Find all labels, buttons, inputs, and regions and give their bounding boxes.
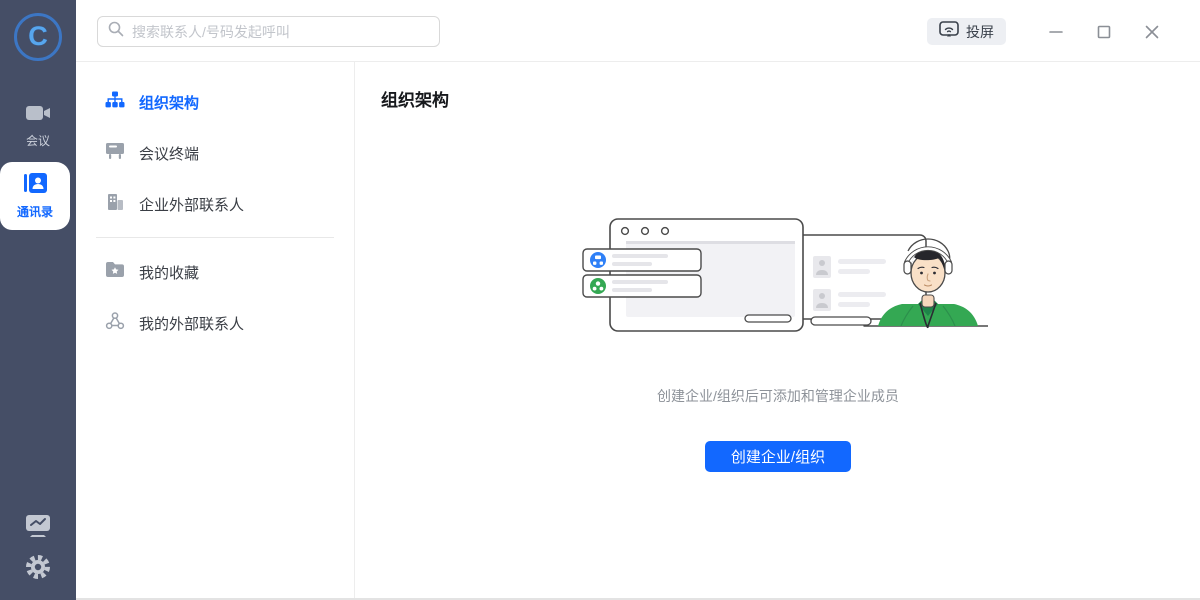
empty-state: 创建企业/组织后可添加和管理企业成员 创建企业/组织: [356, 203, 1200, 472]
contacts-book-icon: [22, 172, 48, 199]
gear-icon: [24, 553, 52, 586]
cast-screen-icon: [939, 21, 959, 42]
sidebar-item-label: 会议终端: [139, 145, 200, 163]
cast-screen-label: 投屏: [966, 23, 994, 40]
sidebar-divider: [96, 237, 334, 238]
rail-item-settings[interactable]: [0, 553, 76, 586]
main-panel: 组织架构 创建企业/组织后可添加和管理企业成员 创建企业/组织: [356, 63, 1200, 600]
search-icon: [108, 21, 124, 42]
stats-monitor-icon: [23, 513, 53, 544]
search-input[interactable]: [132, 23, 429, 40]
contacts-sidebar: 组织架构 会议终端 企业外部联系人 我的收藏 我的外部联系人: [76, 62, 355, 600]
sidebar-item-external-enterprise-contacts[interactable]: 企业外部联系人: [86, 186, 344, 222]
sidebar-item-label: 我的外部联系人: [139, 315, 245, 333]
external-contacts-icon: [105, 311, 125, 335]
sidebar-item-my-external-contacts[interactable]: 我的外部联系人: [86, 305, 344, 341]
rail-item-meetings[interactable]: 会议: [0, 103, 76, 149]
sidebar-item-my-favorites[interactable]: 我的收藏: [86, 254, 344, 290]
topbar: 投屏: [76, 0, 1200, 62]
app-window: { "window": { "cast_label": "投屏" }, "sea…: [0, 0, 1200, 600]
page-title: 组织架构: [381, 91, 449, 110]
empty-state-caption: 创建企业/组织后可添加和管理企业成员: [657, 388, 899, 404]
app-rail: C 会议 通讯录: [0, 0, 76, 600]
create-org-button[interactable]: 创建企业/组织: [705, 441, 851, 472]
search-box[interactable]: [97, 16, 440, 47]
favorites-folder-icon: [105, 261, 125, 283]
rail-item-label: 通讯录: [16, 205, 53, 219]
rail-item-contacts[interactable]: 通讯录: [0, 162, 70, 230]
rail-item-label: 会议: [25, 134, 50, 148]
maximize-button[interactable]: [1090, 22, 1118, 42]
minimize-button[interactable]: [1042, 22, 1070, 42]
close-button[interactable]: [1138, 22, 1166, 42]
org-structure-icon: [105, 91, 125, 114]
meeting-terminal-icon: [105, 142, 125, 165]
rail-item-stats[interactable]: [0, 513, 76, 544]
sidebar-item-meeting-terminal[interactable]: 会议终端: [86, 135, 344, 171]
sidebar-item-label: 组织架构: [139, 94, 200, 112]
cast-screen-button[interactable]: 投屏: [927, 18, 1006, 45]
app-logo: C: [14, 13, 62, 61]
sidebar-item-label: 企业外部联系人: [139, 196, 245, 214]
video-camera-icon: [25, 103, 51, 128]
building-icon: [105, 193, 125, 216]
sidebar-item-label: 我的收藏: [139, 264, 200, 282]
sidebar-item-org-structure[interactable]: 组织架构: [86, 84, 344, 120]
empty-state-illustration: [582, 218, 988, 332]
